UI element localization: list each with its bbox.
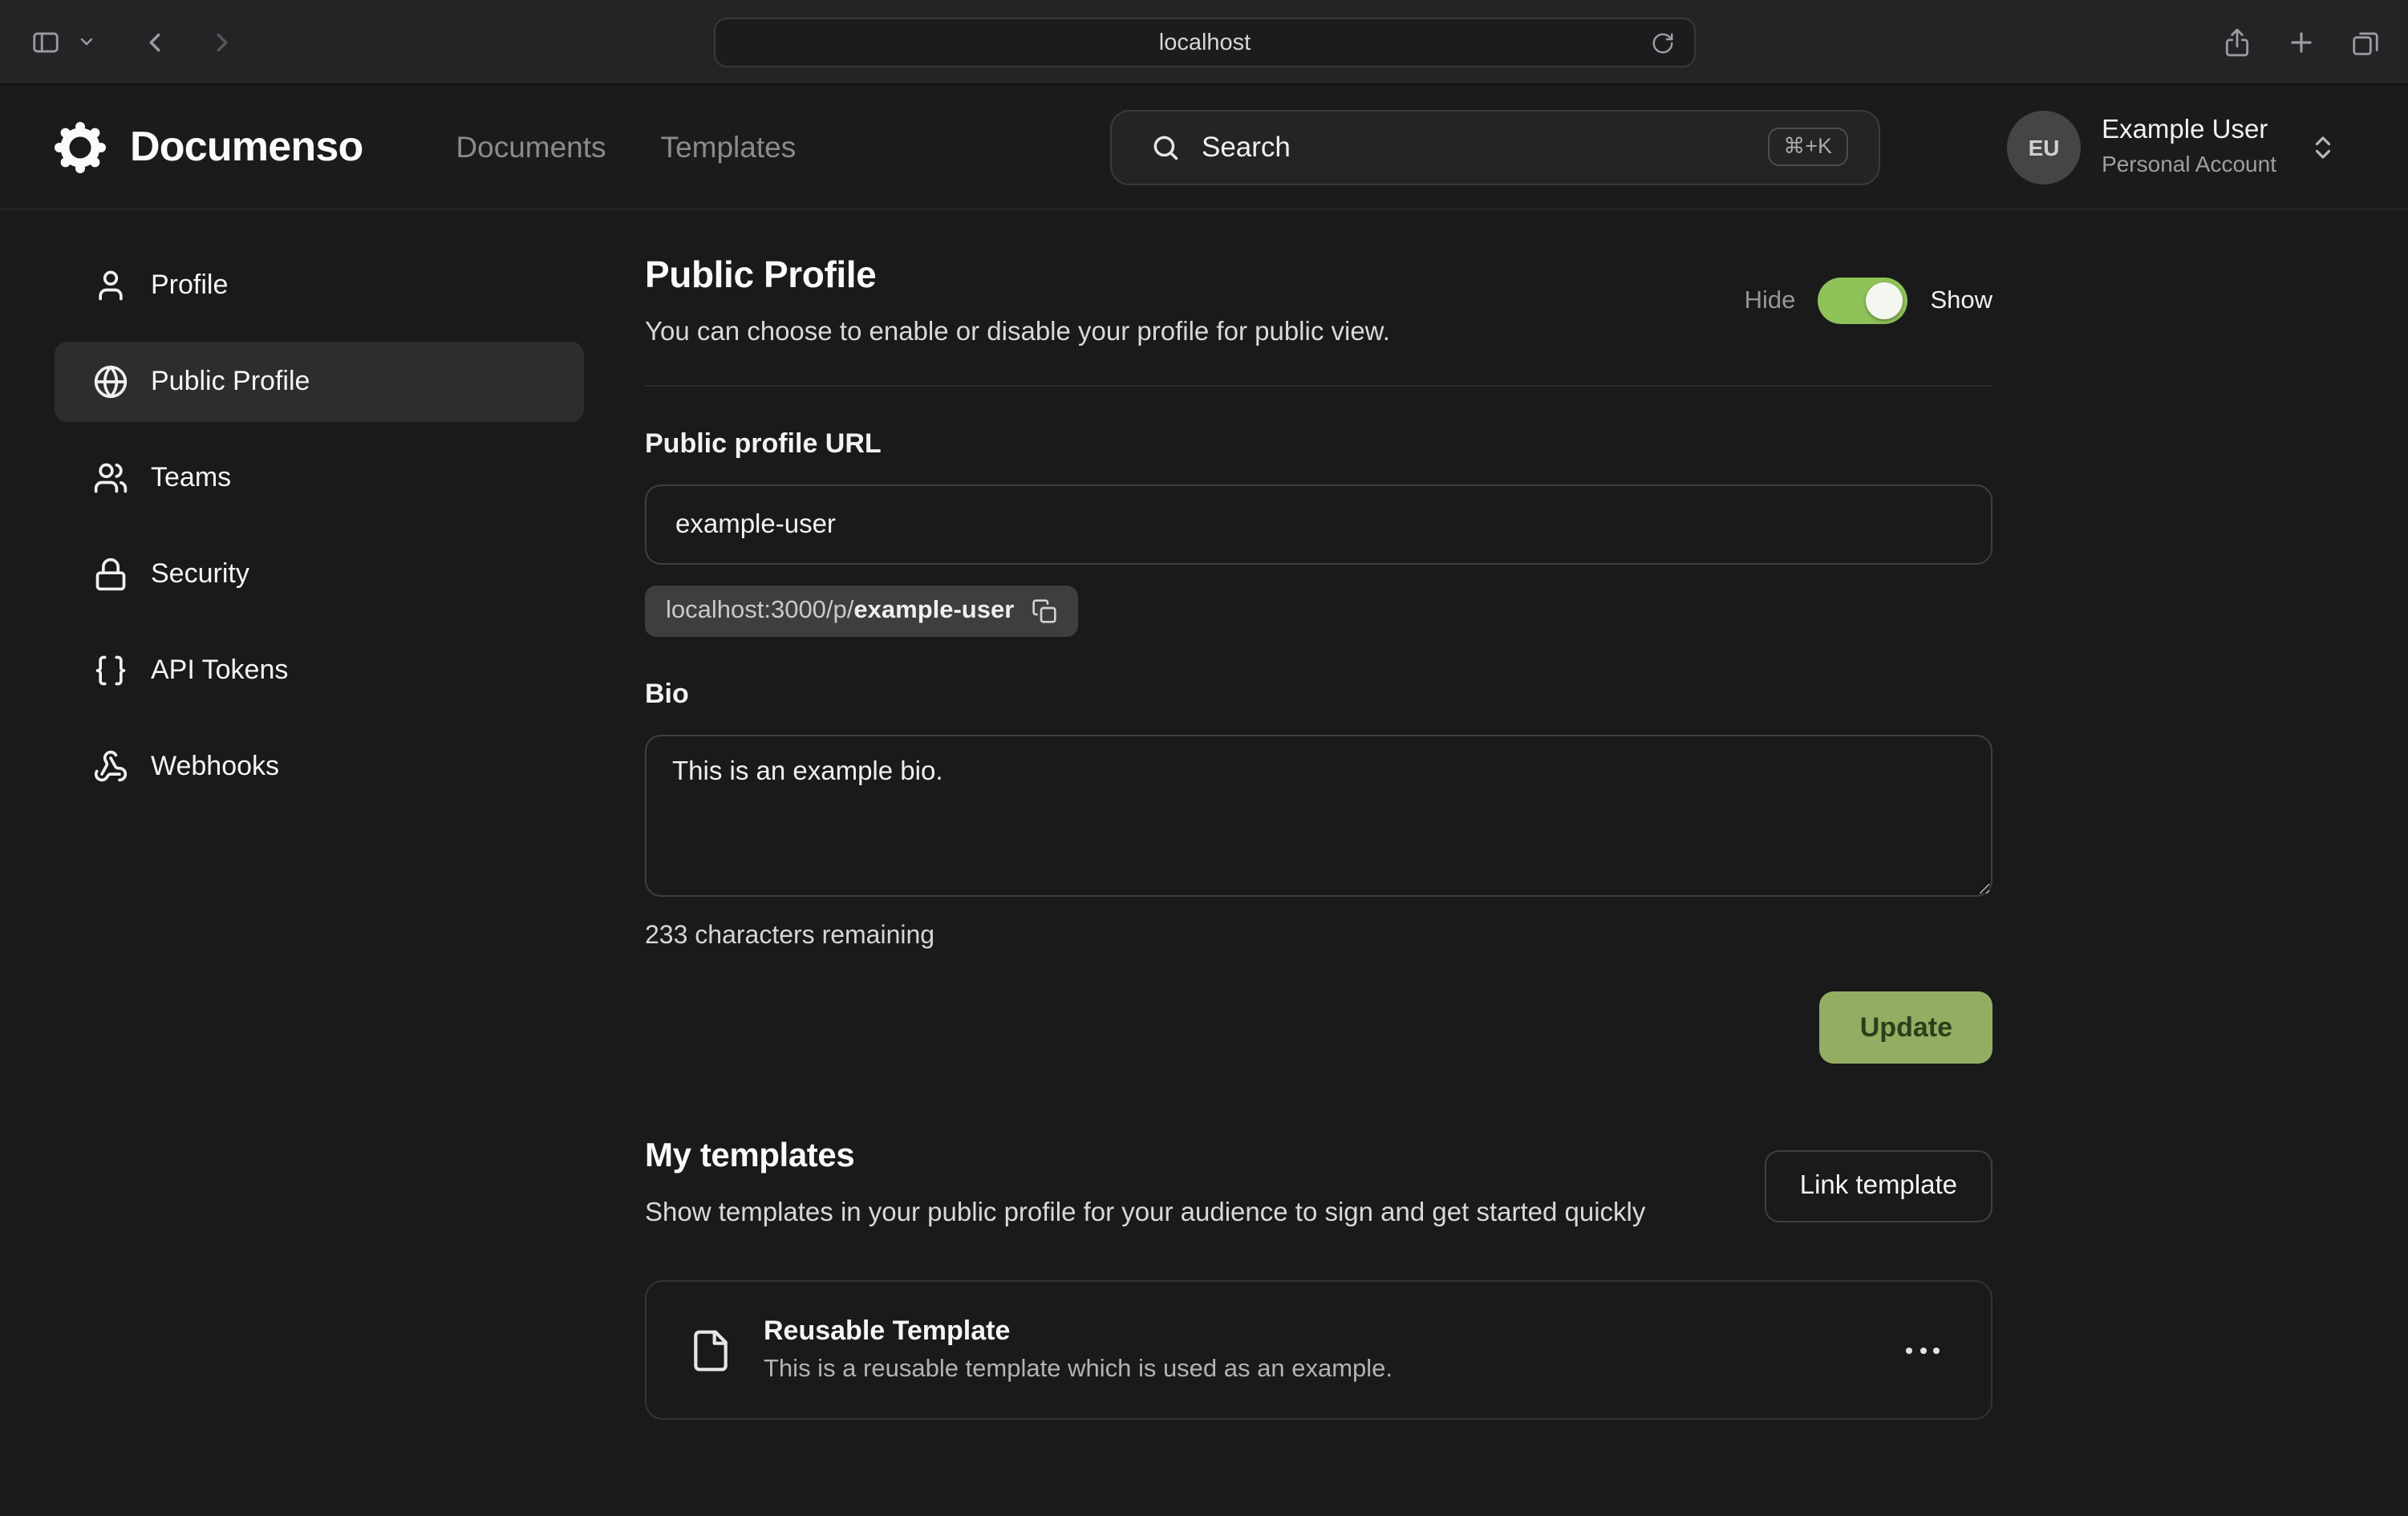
user-name: Example User: [2102, 115, 2276, 148]
globe-icon: [93, 364, 128, 399]
bio-label: Bio: [645, 679, 1992, 711]
toggle-knob: [1866, 282, 1903, 319]
public-profile-settings: Public Profile You can choose to enable …: [645, 210, 1992, 1421]
file-icon: [688, 1325, 733, 1376]
characters-remaining: 233 characters remaining: [645, 922, 1992, 951]
browser-chrome: localhost: [0, 0, 2408, 85]
nav-documents[interactable]: Documents: [456, 129, 606, 164]
public-url-chip[interactable]: localhost:3000/p/example-user: [645, 586, 1078, 637]
link-template-button[interactable]: Link template: [1765, 1149, 1992, 1222]
profile-url-label: Public profile URL: [645, 428, 1992, 460]
update-button[interactable]: Update: [1820, 991, 1992, 1064]
search-icon: [1150, 132, 1181, 162]
settings-sidebar: Profile Public Profile Teams Security AP…: [0, 210, 590, 823]
tab-overview-icon[interactable]: [2344, 22, 2386, 63]
new-tab-icon[interactable]: [2280, 22, 2321, 63]
browser-url-field[interactable]: localhost: [714, 18, 1696, 67]
sidebar-item-label: API Tokens: [151, 655, 288, 687]
sidebar-item-security[interactable]: Security: [55, 534, 584, 614]
braces-icon: [93, 653, 128, 688]
sidebar-item-public-profile[interactable]: Public Profile: [55, 342, 584, 422]
sidebar-item-label: Profile: [151, 270, 228, 302]
lock-icon: [93, 557, 128, 592]
webhook-icon: [93, 749, 128, 784]
show-label: Show: [1930, 286, 1992, 315]
my-templates-description: Show templates in your public profile fo…: [645, 1192, 1645, 1234]
sidebar-item-label: Public Profile: [151, 366, 310, 398]
browser-url-text: localhost: [1159, 30, 1251, 55]
my-templates-title: My templates: [645, 1137, 1645, 1176]
template-row: Reusable Template This is a reusable tem…: [645, 1281, 1992, 1421]
profile-url-input[interactable]: [645, 484, 1992, 565]
public-url-prefix: localhost:3000/p/: [666, 597, 853, 624]
profile-visibility-toggle[interactable]: [1818, 278, 1907, 324]
sidebar-item-profile[interactable]: Profile: [55, 245, 584, 326]
search-placeholder: Search: [1202, 130, 1746, 164]
account-menu[interactable]: EU Example User Personal Account: [2007, 110, 2337, 184]
screen: localhost Documens: [0, 0, 2408, 1516]
chevron-down-icon[interactable]: [66, 21, 107, 63]
visibility-toggle-group: Hide Show: [1745, 278, 1992, 324]
search-input[interactable]: Search ⌘+K: [1110, 109, 1880, 184]
public-url-slug: example-user: [853, 597, 1014, 624]
sidebar-item-label: Security: [151, 558, 249, 590]
brand-name: Documenso: [130, 122, 363, 172]
reload-icon[interactable]: [1651, 30, 1675, 55]
template-name: Reusable Template: [764, 1316, 1393, 1348]
page-description: You can choose to enable or disable your…: [645, 318, 1390, 348]
chevrons-up-down-icon: [2309, 132, 2337, 161]
share-icon[interactable]: [2215, 22, 2257, 63]
sidebar-toggle-icon[interactable]: [24, 21, 66, 63]
avatar: EU: [2007, 110, 2081, 184]
hide-label: Hide: [1745, 286, 1796, 315]
nav-templates[interactable]: Templates: [661, 129, 797, 164]
sidebar-item-api-tokens[interactable]: API Tokens: [55, 630, 584, 711]
account-type: Personal Account: [2102, 151, 2276, 179]
app-header: Documenso Documents Templates Search ⌘+K…: [0, 85, 2408, 210]
top-nav: Documents Templates: [456, 129, 796, 164]
sidebar-item-label: Webhooks: [151, 751, 279, 783]
bio-textarea[interactable]: This is an example bio.: [645, 735, 1992, 897]
sidebar-item-label: Teams: [151, 462, 231, 494]
page-title: Public Profile: [645, 253, 1390, 297]
app-body: Profile Public Profile Teams Security AP…: [0, 210, 2408, 1421]
divider: [645, 385, 1992, 387]
documenso-logo-icon: [51, 118, 109, 176]
template-actions-menu-icon[interactable]: [1893, 1335, 1952, 1367]
users-icon: [93, 460, 128, 496]
brand[interactable]: Documenso: [0, 118, 363, 176]
template-description: This is a reusable template which is use…: [764, 1356, 1393, 1385]
sidebar-item-webhooks[interactable]: Webhooks: [55, 727, 584, 807]
user-icon: [93, 268, 128, 303]
sidebar-item-teams[interactable]: Teams: [55, 438, 584, 518]
forward-icon[interactable]: [201, 21, 242, 63]
back-icon[interactable]: [133, 21, 175, 63]
copy-icon[interactable]: [1032, 598, 1057, 624]
search-shortcut-badge: ⌘+K: [1767, 128, 1848, 166]
